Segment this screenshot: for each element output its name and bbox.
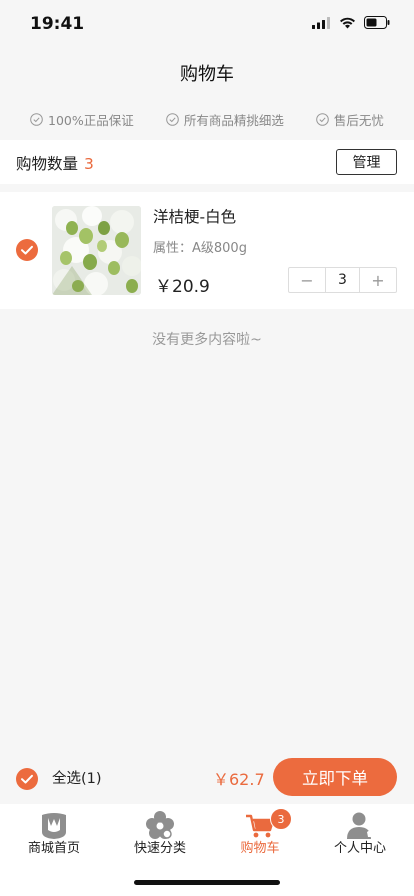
check-circle-icon [166,112,179,126]
cart-count-label: 购物数量 [16,155,79,173]
cart-count: 购物数量 3 [16,152,94,174]
category-flower-icon [146,811,174,839]
status-time: 19:41 [30,14,85,34]
page-title: 购物车 [180,64,234,85]
flower-photo-icon [52,206,141,295]
user-icon [347,812,373,839]
total-price: ￥62.7 [213,770,265,789]
tab-label: 商城首页 [27,841,80,856]
list-end-text: 没有更多内容啦~ [152,332,262,348]
status-icons [312,16,390,29]
manage-button[interactable]: 管理 [336,149,397,175]
product-name[interactable]: 洋桔梗-白色 [153,205,236,227]
shop-home-icon [42,813,66,839]
check-circle-icon [30,112,43,126]
select-all-label[interactable]: 全选(1) [52,767,102,788]
tab-user-center[interactable]: 个人中心 [308,804,412,860]
guarantee-label: 所有商品精挑细选 [183,112,284,128]
guarantee-item: 所有商品精挑细选 [166,108,284,130]
guarantee-label: 售后无忧 [333,112,384,128]
select-all-checkbox-checked-icon[interactable] [16,768,38,790]
check-circle-icon [316,112,329,126]
status-bar: 19:41 [0,0,414,48]
product-attribute: 属性：A级800g [153,241,247,256]
guarantee-item: 100%正品保证 [30,108,134,130]
item-checkbox-checked-icon[interactable] [16,239,38,261]
quantity-increase-button[interactable]: + [360,268,396,292]
cart-count-value: 3 [84,155,94,173]
cart-badge: 3 [270,808,292,830]
product-price: ￥20.9 [155,277,210,297]
guarantee-strip: 100%正品保证 所有商品精挑细选 售后无忧 [0,108,414,130]
guarantee-item: 售后无忧 [316,108,384,130]
tab-shop-home[interactable]: 商城首页 [2,804,106,860]
tab-category[interactable]: 快速分类 [108,804,212,860]
tab-label: 快速分类 [133,841,186,856]
home-indicator [134,880,280,885]
tab-label: 个人中心 [333,841,386,856]
quantity-value[interactable]: 3 [325,268,360,292]
quantity-stepper: − 3 + [288,267,397,293]
wifi-icon [340,17,355,28]
product-image[interactable] [52,206,141,295]
tab-label: 购物车 [240,841,280,856]
battery-icon [364,16,390,29]
cart-count-bar: 购物数量 3 管理 [0,140,414,184]
guarantee-label: 100%正品保证 [48,112,134,128]
tab-cart[interactable]: 3 购物车 [208,804,312,860]
place-order-button[interactable]: 立即下单 [273,758,397,796]
signal-icon [312,16,330,29]
quantity-decrease-button[interactable]: − [289,268,325,292]
